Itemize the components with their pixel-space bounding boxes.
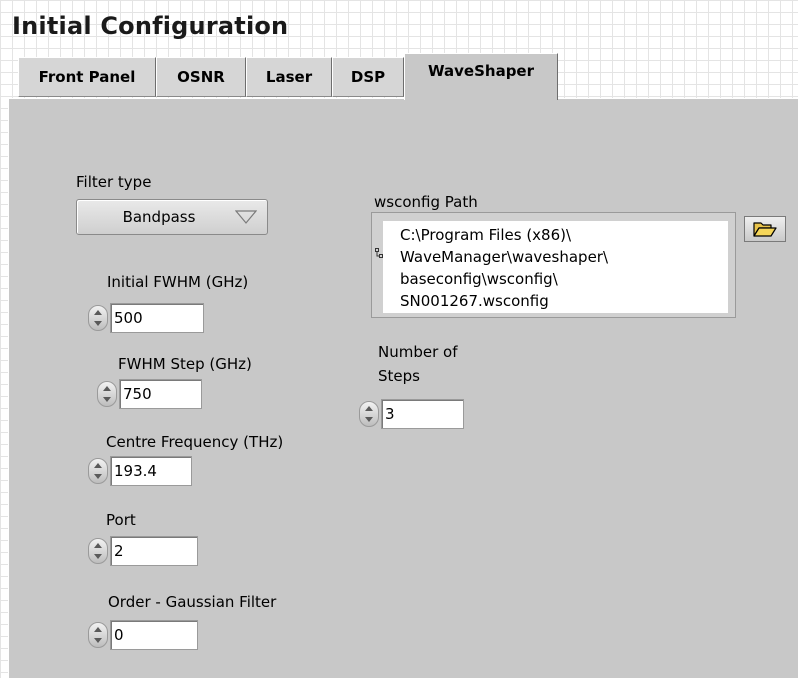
filter-type-select[interactable]: Bandpass xyxy=(76,199,268,235)
tab-front-panel[interactable]: Front Panel xyxy=(18,57,156,97)
wsconfig-path-input[interactable]: C:\Program Files (x86)\ WaveManager\wave… xyxy=(383,221,728,313)
dropdown-arrow-icon xyxy=(235,210,257,224)
path-indicator-icon xyxy=(375,248,383,258)
fwhm-step-increment-icon[interactable] xyxy=(97,381,117,407)
number-of-steps-input[interactable]: 3 xyxy=(381,399,464,429)
fwhm-step-input[interactable]: 750 xyxy=(119,379,202,409)
number-of-steps-label-line2: Steps xyxy=(378,367,420,385)
centre-frequency-input[interactable]: 193.4 xyxy=(110,456,192,486)
order-gaussian-label: Order - Gaussian Filter xyxy=(108,593,277,611)
wsconfig-path-label: wsconfig Path xyxy=(374,193,478,211)
tab-waveshaper[interactable]: WaveShaper xyxy=(404,53,558,100)
order-gaussian-control: 0 xyxy=(88,617,208,651)
folder-open-icon xyxy=(753,222,777,237)
fwhm-step-label: FWHM Step (GHz) xyxy=(118,355,252,373)
window-title: Initial Configuration xyxy=(12,12,289,40)
centre-frequency-label: Centre Frequency (THz) xyxy=(106,433,284,451)
port-label: Port xyxy=(106,511,136,529)
initial-fwhm-increment-icon[interactable] xyxy=(88,305,108,331)
order-gaussian-input[interactable]: 0 xyxy=(110,620,198,650)
wsconfig-path-line-3: baseconfig\wsconfig\ xyxy=(400,270,558,288)
browse-button[interactable] xyxy=(744,216,786,242)
filter-type-label: Filter type xyxy=(76,173,152,191)
number-of-steps-label-line1: Number of xyxy=(378,343,458,361)
initial-fwhm-label: Initial FWHM (GHz) xyxy=(107,273,249,291)
port-input[interactable]: 2 xyxy=(110,536,198,566)
fwhm-step-control: 750 xyxy=(97,376,207,410)
initial-fwhm-control: 500 xyxy=(88,300,208,334)
order-gaussian-increment-icon[interactable] xyxy=(88,622,108,648)
port-control: 2 xyxy=(88,533,208,567)
tab-dsp[interactable]: DSP xyxy=(332,57,404,97)
centre-frequency-control: 193.4 xyxy=(88,453,208,487)
wsconfig-path-line-2: WaveManager\waveshaper\ xyxy=(400,248,609,266)
port-increment-icon[interactable] xyxy=(88,538,108,564)
number-of-steps-control: 3 xyxy=(359,396,479,430)
wsconfig-path-line-4: SN001267.wsconfig xyxy=(400,292,549,310)
tab-osnr[interactable]: OSNR xyxy=(156,57,246,97)
centre-frequency-increment-icon[interactable] xyxy=(88,458,108,484)
initial-fwhm-input[interactable]: 500 xyxy=(110,303,204,333)
wsconfig-path-line-1: C:\Program Files (x86)\ xyxy=(400,226,572,244)
wsconfig-path-control: C:\Program Files (x86)\ WaveManager\wave… xyxy=(371,212,736,318)
number-of-steps-increment-icon[interactable] xyxy=(359,401,379,427)
tab-laser[interactable]: Laser xyxy=(246,57,332,97)
